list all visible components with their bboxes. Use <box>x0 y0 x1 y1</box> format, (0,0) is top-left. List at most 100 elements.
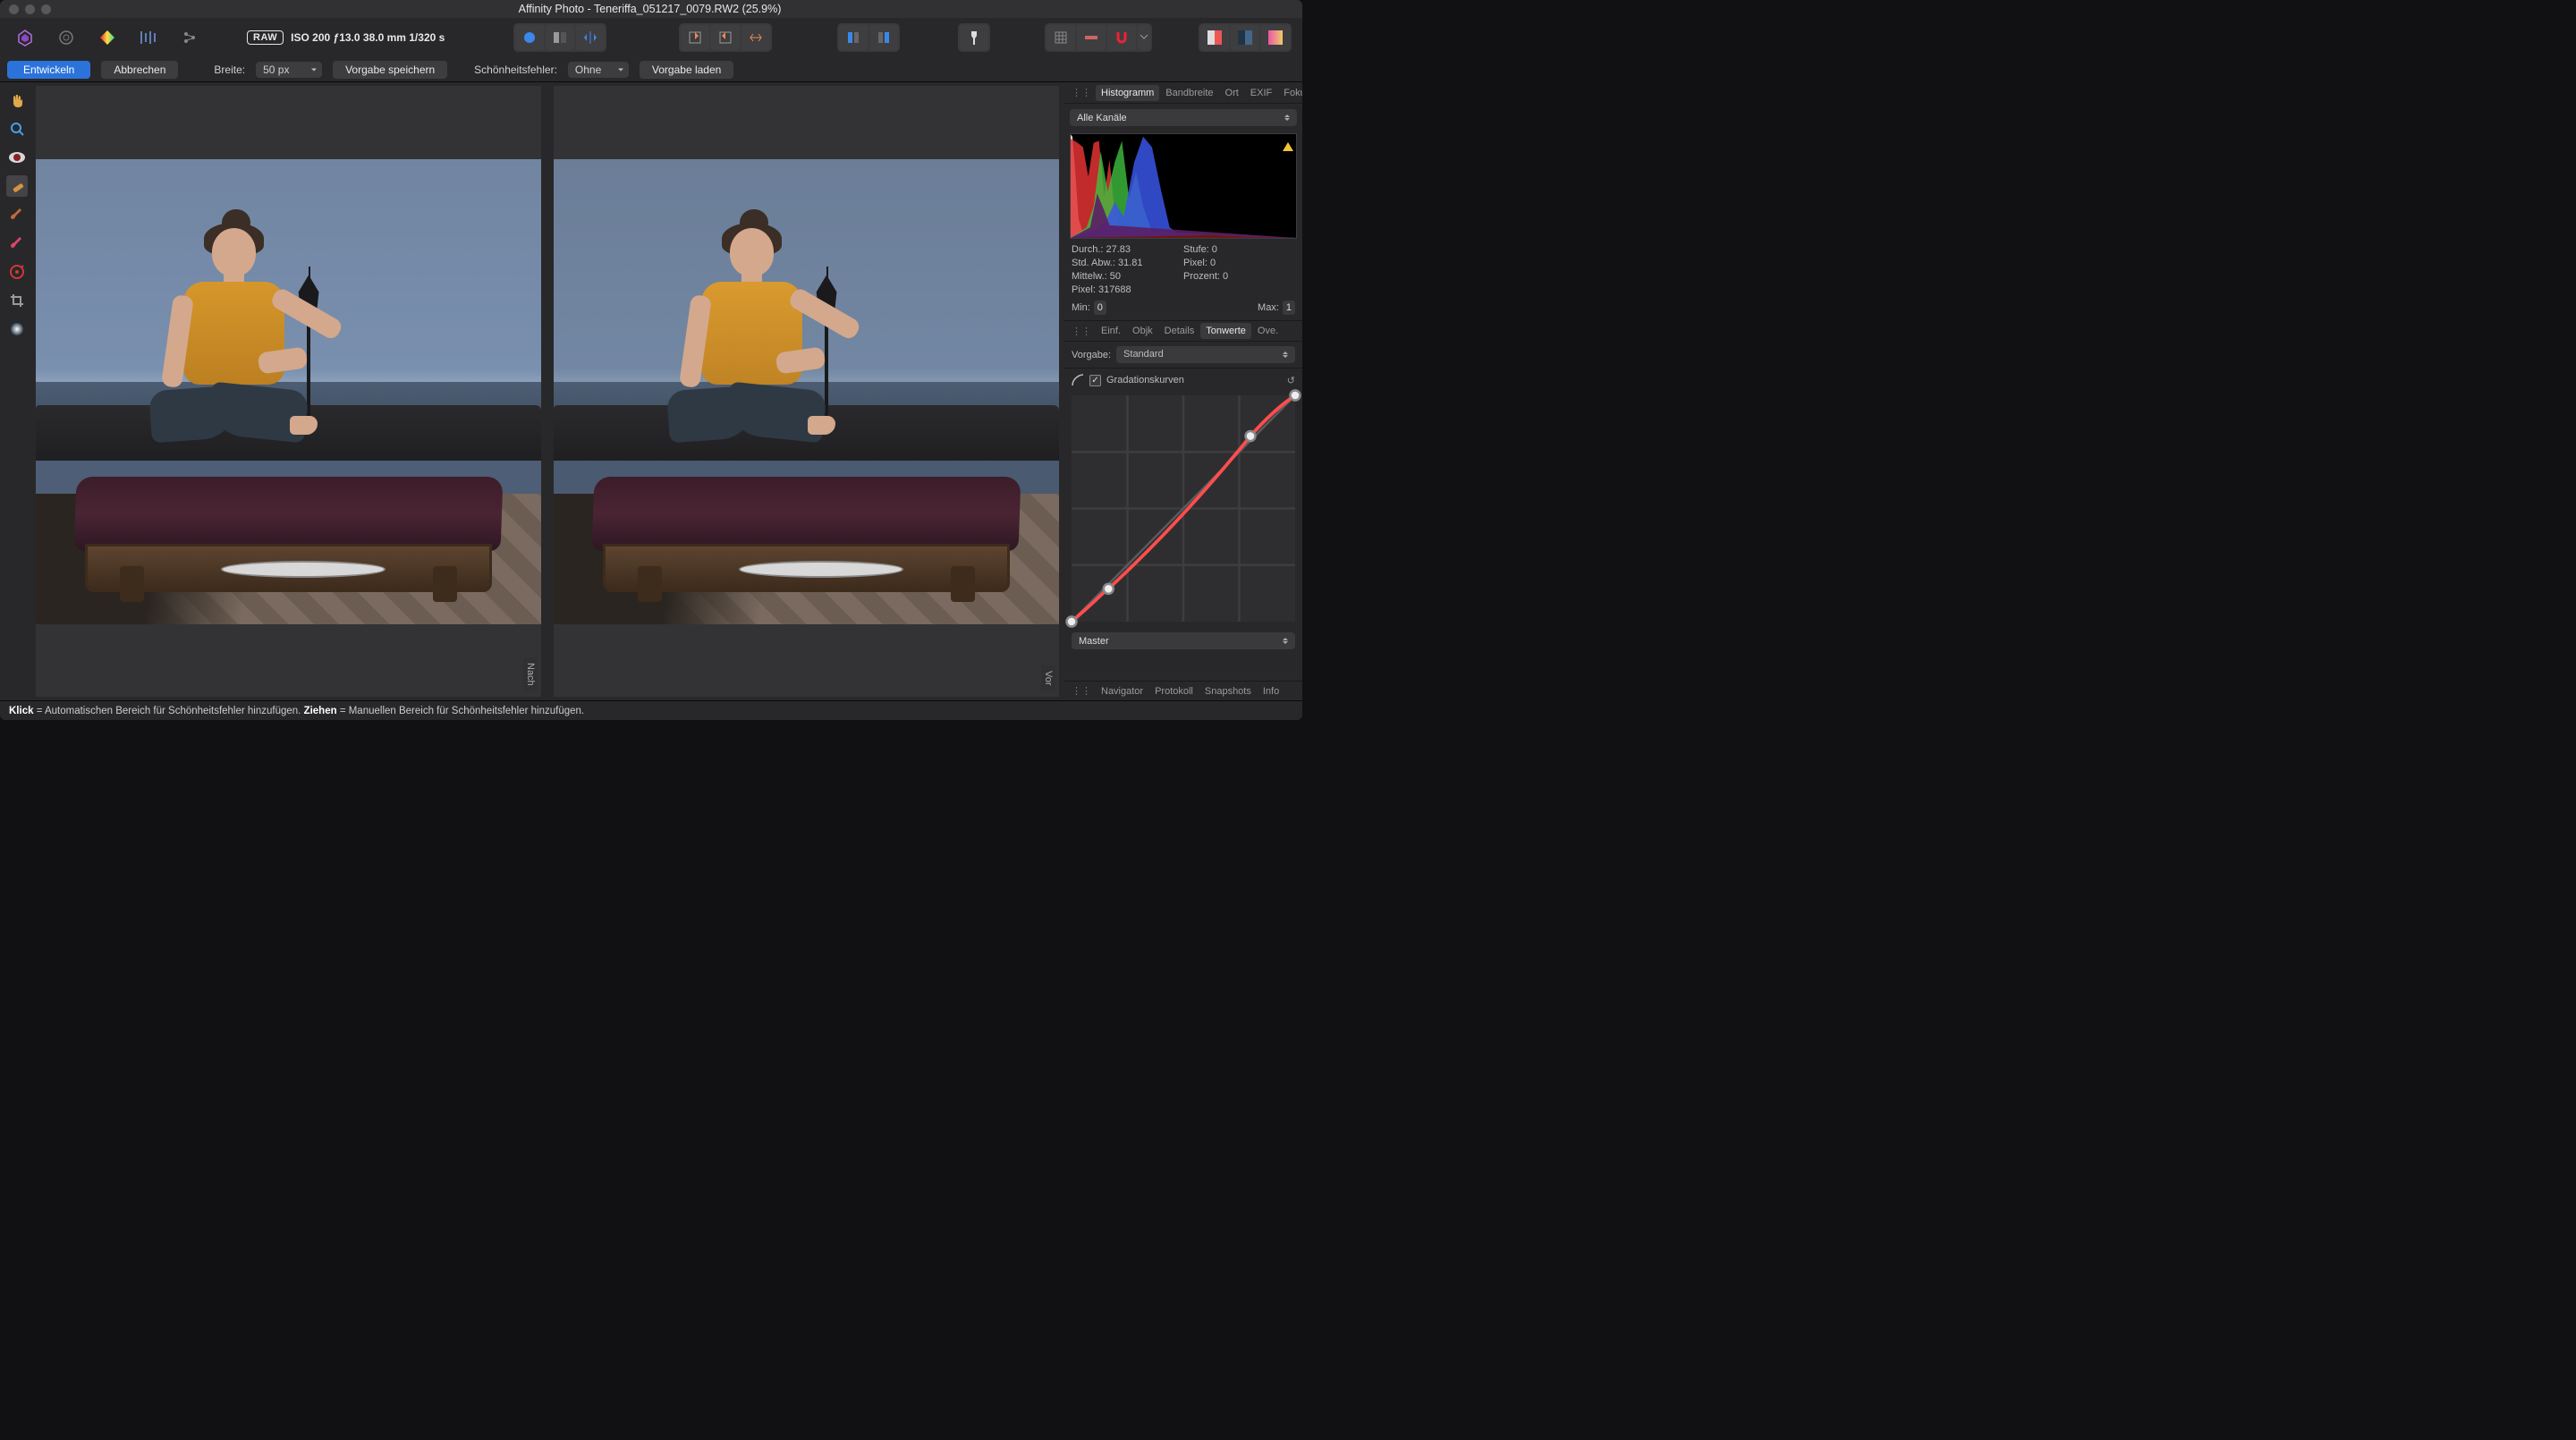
stat-pixel0: Pixel: 0 <box>1183 258 1295 268</box>
rotate-cw-icon[interactable] <box>681 25 709 50</box>
panel-tabs-bottom: ⋮⋮ Navigator Protokoll Snapshots Info <box>1064 681 1302 700</box>
blemish-tool-icon[interactable] <box>6 175 28 197</box>
rotate-group <box>679 23 772 52</box>
reset-icon[interactable]: ↺ <box>1287 375 1295 386</box>
drag-handle-icon[interactable]: ⋮⋮ <box>1068 87 1095 98</box>
preset-row: Vorgabe: Standard <box>1064 342 1302 368</box>
view-single-icon[interactable] <box>515 25 544 50</box>
view-split-icon[interactable] <box>546 25 574 50</box>
tab-history[interactable]: Protokoll <box>1149 683 1199 699</box>
clip-highlights-icon[interactable] <box>869 25 898 50</box>
histogram-range: Min:0 Max:1 <box>1064 299 1302 320</box>
view-mirror-icon[interactable] <box>576 25 605 50</box>
window-title: Affinity Photo - Teneriffa_051217_0079.R… <box>51 3 1302 15</box>
snap-menu-icon[interactable] <box>1138 25 1150 50</box>
hand-tool-icon[interactable] <box>6 89 28 111</box>
tab-details[interactable]: Details <box>1159 323 1200 339</box>
tool-palette <box>0 82 34 700</box>
ui-color-group <box>1199 23 1292 52</box>
tab-histogram[interactable]: Histogramm <box>1096 85 1159 101</box>
context-toolbar: Entwickeln Abbrechen Breite: 50 px Vorga… <box>0 57 1302 82</box>
persona-photo-icon[interactable] <box>11 25 39 50</box>
histogram-chart[interactable] <box>1070 133 1297 239</box>
tab-location[interactable]: Ort <box>1220 85 1244 101</box>
raw-badge: RAW <box>247 30 284 45</box>
curves-chart[interactable] <box>1072 395 1295 622</box>
ui-light-icon[interactable] <box>1200 25 1229 50</box>
preset-select[interactable]: Standard <box>1116 346 1295 363</box>
panel-tabs-top: ⋮⋮ Histogramm Bandbreite Ort EXIF Fokus … <box>1064 82 1302 104</box>
ui-dark-icon[interactable] <box>1231 25 1259 50</box>
width-select[interactable]: 50 px <box>256 62 322 78</box>
persona-tone-icon[interactable] <box>134 25 163 50</box>
status-bar: Klick = Automatischen Bereich für Schönh… <box>0 700 1302 720</box>
photo-before <box>554 159 1059 624</box>
status-klick: Klick <box>9 706 34 716</box>
status-text1: = Automatischen Bereich für Schönheitsfe… <box>34 706 304 716</box>
raw-info-box: RAW ISO 200 ƒ13.0 38.0 mm 1/320 s <box>247 30 445 45</box>
ruler-icon[interactable] <box>1077 25 1106 50</box>
tab-basic[interactable]: Einf. <box>1096 323 1126 339</box>
tab-lens[interactable]: Objk <box>1127 323 1158 339</box>
close-icon[interactable] <box>9 4 19 14</box>
main-toolbar: RAW ISO 200 ƒ13.0 38.0 mm 1/320 s <box>0 18 1302 57</box>
titlebar: Affinity Photo - Teneriffa_051217_0079.R… <box>0 0 1302 18</box>
rotate-ccw-icon[interactable] <box>711 25 740 50</box>
app-window: Affinity Photo - Teneriffa_051217_0079.R… <box>0 0 1302 720</box>
tab-overlays[interactable]: Ove. <box>1252 323 1284 339</box>
curve-channel-select[interactable]: Master <box>1072 632 1295 649</box>
persona-export-icon[interactable] <box>175 25 204 50</box>
magnet-icon[interactable] <box>1107 25 1136 50</box>
clip-shadows-icon[interactable] <box>839 25 868 50</box>
save-preset-button[interactable]: Vorgabe speichern <box>333 61 447 79</box>
develop-button[interactable]: Entwickeln <box>7 61 90 79</box>
min-label: Min: <box>1072 302 1090 313</box>
zoom-tool-icon[interactable] <box>6 118 28 140</box>
tab-tones[interactable]: Tonwerte <box>1200 323 1251 339</box>
tab-bandwidth[interactable]: Bandbreite <box>1160 85 1218 101</box>
channel-select[interactable]: Alle Kanäle <box>1070 109 1297 126</box>
grid-icon[interactable] <box>1046 25 1075 50</box>
view-before[interactable]: Vor <box>554 86 1059 697</box>
max-input[interactable]: 1 <box>1283 301 1295 315</box>
ui-gradient-icon[interactable] <box>1261 25 1290 50</box>
tab-info[interactable]: Info <box>1258 683 1284 699</box>
view-after[interactable]: Nach <box>36 86 541 697</box>
tab-focus[interactable]: Fokus <box>1278 85 1302 101</box>
redeye-tool-icon[interactable] <box>6 147 28 168</box>
crop-tool-icon[interactable] <box>6 290 28 311</box>
info-group <box>958 23 990 52</box>
flashlight-icon[interactable] <box>960 25 988 50</box>
gradient-overlay-icon[interactable] <box>6 261 28 283</box>
traffic-lights <box>9 4 51 14</box>
curves-enable-checkbox[interactable]: ✓ <box>1089 375 1101 386</box>
width-label: Breite: <box>214 64 245 76</box>
persona-liquify-icon[interactable] <box>52 25 80 50</box>
brush-tool-icon[interactable] <box>6 204 28 225</box>
drag-handle-icon[interactable]: ⋮⋮ <box>1068 685 1095 697</box>
flip-icon[interactable] <box>741 25 770 50</box>
clip-group <box>837 23 900 52</box>
main-area: Nach Vor ⋮⋮ Histogramm Bandbreite Ort EX… <box>0 82 1302 700</box>
load-preset-button[interactable]: Vorgabe laden <box>640 61 733 79</box>
min-input[interactable]: 0 <box>1094 301 1106 315</box>
status-ziehen: Ziehen <box>304 706 337 716</box>
after-label: Nach <box>523 657 538 691</box>
tab-exif[interactable]: EXIF <box>1245 85 1277 101</box>
tab-snapshots[interactable]: Snapshots <box>1199 683 1257 699</box>
blemish-select[interactable]: Ohne <box>568 62 629 78</box>
right-panel: ⋮⋮ Histogramm Bandbreite Ort EXIF Fokus … <box>1064 82 1302 700</box>
curves-label: Gradationskurven <box>1106 375 1184 385</box>
maximize-icon[interactable] <box>41 4 51 14</box>
whitebalance-tool-icon[interactable] <box>6 318 28 340</box>
photo-after <box>36 159 541 624</box>
drag-handle-icon[interactable]: ⋮⋮ <box>1068 326 1095 337</box>
cancel-button[interactable]: Abbrechen <box>101 61 178 79</box>
tab-navigator[interactable]: Navigator <box>1096 683 1148 699</box>
overlay-brush-icon[interactable] <box>6 233 28 254</box>
histogram-stats: Durch.: 27.83 Stufe: 0 Std. Abw.: 31.81 … <box>1064 241 1302 299</box>
stat-stddev: Std. Abw.: 31.81 <box>1072 258 1183 268</box>
persona-develop-icon[interactable] <box>93 25 122 50</box>
stat-percent: Prozent: 0 <box>1183 271 1295 282</box>
minimize-icon[interactable] <box>25 4 35 14</box>
